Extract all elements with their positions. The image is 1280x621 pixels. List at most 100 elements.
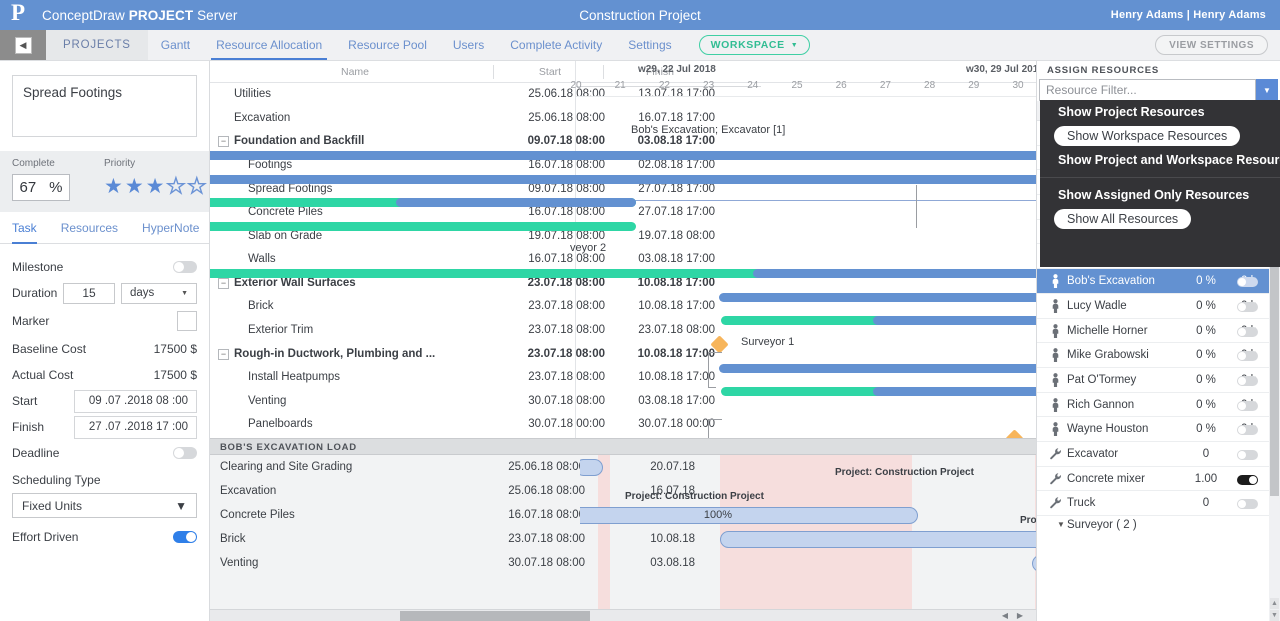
gantt-milestone-marker[interactable] bbox=[1005, 429, 1024, 438]
duration-unit-select[interactable]: days ▼ bbox=[121, 282, 197, 304]
gantt-bar[interactable] bbox=[210, 151, 1036, 161]
milestone-toggle[interactable] bbox=[173, 261, 197, 273]
resource-assign-toggle[interactable] bbox=[1237, 301, 1258, 312]
load-bar[interactable] bbox=[720, 531, 1036, 548]
percent-sign: % bbox=[49, 179, 63, 196]
marker-swatch[interactable] bbox=[177, 311, 197, 331]
gantt-milestone-marker[interactable] bbox=[710, 335, 729, 354]
priority-star-1[interactable]: ★ bbox=[104, 174, 123, 200]
start-row: Start 09 .07 .2018 08 :00 bbox=[12, 388, 197, 414]
load-bar[interactable] bbox=[580, 459, 603, 476]
nav-item-gantt[interactable]: Gantt bbox=[148, 30, 203, 60]
collapse-toggle-icon[interactable]: − bbox=[218, 136, 229, 148]
actual-cost-label: Actual Cost bbox=[12, 368, 74, 382]
scroll-down-icon[interactable]: ▼ bbox=[1270, 610, 1279, 621]
user-label[interactable]: Henry Adams | Henry Adams bbox=[1111, 9, 1266, 21]
gantt-bar[interactable] bbox=[753, 269, 1036, 279]
resource-units: 0 % bbox=[1196, 299, 1216, 312]
tab-task[interactable]: Task bbox=[12, 212, 37, 244]
load-bar-100[interactable]: 100% bbox=[580, 507, 918, 524]
complete-percent-input[interactable]: 67 % bbox=[12, 174, 70, 201]
dropdown-separator bbox=[1040, 177, 1280, 178]
p-logo-icon bbox=[11, 0, 33, 26]
dependency-link bbox=[708, 419, 709, 438]
gantt-bar[interactable] bbox=[719, 363, 1036, 373]
resource-filter-dropdown[interactable]: Show Project Resources Show Workspace Res… bbox=[1040, 100, 1280, 267]
gantt-bar[interactable] bbox=[873, 316, 1036, 326]
finish-date-input[interactable]: 27 .07 .2018 17 :00 bbox=[74, 415, 197, 439]
resource-units: 0 % bbox=[1196, 275, 1216, 288]
resource-row[interactable]: Rich Gannon0 %0 h bbox=[1037, 393, 1280, 418]
deadline-label: Deadline bbox=[12, 446, 60, 460]
resource-row[interactable]: Truck0- bbox=[1037, 491, 1280, 516]
task-name-field[interactable]: Spread Footings bbox=[12, 75, 197, 137]
duration-input[interactable]: 15 bbox=[63, 282, 115, 304]
resource-assign-toggle[interactable] bbox=[1237, 375, 1258, 386]
gantt-bar[interactable] bbox=[210, 174, 1036, 184]
nav-item-settings[interactable]: Settings bbox=[615, 30, 684, 60]
nav-projects-label[interactable]: PROJECTS bbox=[46, 30, 148, 60]
resource-row[interactable]: Concrete mixer1.00- bbox=[1037, 467, 1280, 492]
priority-stars[interactable]: ★ ★ ★ ★ ★ bbox=[104, 174, 207, 200]
gantt-bar[interactable] bbox=[873, 387, 1036, 397]
scrollbar-thumb[interactable] bbox=[400, 611, 590, 621]
resource-group-surveyor[interactable]: ▼ Surveyor ( 2 ) bbox=[1037, 516, 1280, 536]
priority-star-4[interactable]: ★ bbox=[166, 174, 186, 200]
chevron-down-icon[interactable]: ▼ bbox=[1256, 79, 1278, 101]
load-panel-title: BOB'S EXCAVATION LOAD bbox=[210, 439, 1036, 455]
start-date-input[interactable]: 09 .07 .2018 08 :00 bbox=[74, 389, 197, 413]
duration-row: Duration 15 days ▼ bbox=[12, 280, 197, 306]
horizontal-scrollbar[interactable]: ◀ ▶ bbox=[210, 609, 1036, 621]
resource-row[interactable]: Mike Grabowski0 %0 h bbox=[1037, 343, 1280, 368]
priority-star-3[interactable]: ★ bbox=[146, 174, 165, 200]
scroll-right-icon[interactable]: ▶ bbox=[1014, 611, 1026, 621]
collapse-panel-button[interactable]: ◀ bbox=[0, 30, 46, 60]
collapse-toggle-icon[interactable]: − bbox=[218, 277, 229, 289]
scroll-up-icon[interactable]: ▲ bbox=[1270, 598, 1279, 609]
resource-assign-toggle[interactable] bbox=[1237, 474, 1258, 485]
dropdown-item[interactable]: Show Assigned Only Resources bbox=[1040, 183, 1280, 207]
gantt-bar[interactable] bbox=[210, 222, 636, 231]
actual-cost-row: Actual Cost 17500 $ bbox=[12, 362, 197, 388]
effort-driven-label: Effort Driven bbox=[12, 530, 79, 544]
dropdown-item[interactable]: Show Project and Workspace Resources bbox=[1040, 148, 1280, 172]
priority-star-2[interactable]: ★ bbox=[125, 174, 144, 200]
effort-driven-toggle[interactable] bbox=[173, 531, 197, 543]
view-settings-button[interactable]: VIEW SETTINGS bbox=[1155, 35, 1268, 55]
resource-assign-toggle[interactable] bbox=[1237, 351, 1258, 362]
nav-item-resource-pool[interactable]: Resource Pool bbox=[335, 30, 440, 60]
deadline-toggle[interactable] bbox=[173, 447, 197, 459]
inspector-tabs: Task Resources HyperNote bbox=[0, 212, 209, 244]
nav-item-users[interactable]: Users bbox=[440, 30, 497, 60]
resource-assign-toggle[interactable] bbox=[1237, 400, 1258, 411]
dropdown-item-selected[interactable]: Show Workspace Resources bbox=[1054, 126, 1241, 146]
collapse-toggle-icon[interactable]: − bbox=[218, 348, 229, 360]
column-header-name[interactable]: Name bbox=[250, 66, 460, 78]
gantt-bar[interactable] bbox=[396, 198, 636, 208]
resource-row[interactable]: Pat O'Tormey0 %0 h bbox=[1037, 368, 1280, 393]
tab-hypernote[interactable]: HyperNote bbox=[142, 212, 199, 243]
resource-row[interactable]: Bob's Excavation0 %0 h bbox=[1037, 269, 1280, 294]
resource-assign-toggle[interactable] bbox=[1237, 326, 1258, 337]
gantt-bar[interactable] bbox=[719, 292, 1036, 302]
nav-item-resource-allocation[interactable]: Resource Allocation bbox=[203, 30, 335, 60]
resource-filter-input[interactable]: Resource Filter... bbox=[1039, 79, 1256, 101]
nav-item-complete-activity[interactable]: Complete Activity bbox=[497, 30, 615, 60]
dropdown-item[interactable]: Show Project Resources bbox=[1040, 100, 1280, 124]
load-task-start: 25.06.18 08:00 bbox=[508, 485, 585, 497]
resource-assign-toggle[interactable] bbox=[1237, 425, 1258, 436]
resource-row[interactable]: Michelle Horner0 %0 h bbox=[1037, 319, 1280, 344]
resource-assign-toggle[interactable] bbox=[1237, 499, 1258, 510]
scheduling-type-select[interactable]: Fixed Units ▼ bbox=[12, 493, 197, 518]
workspace-button[interactable]: WORKSPACE ▼ bbox=[698, 35, 811, 55]
priority-star-5[interactable]: ★ bbox=[187, 174, 207, 200]
dropdown-item-selected[interactable]: Show All Resources bbox=[1054, 209, 1192, 229]
tab-resources[interactable]: Resources bbox=[61, 212, 118, 243]
resource-assign-toggle[interactable] bbox=[1237, 277, 1258, 288]
resource-assign-toggle[interactable] bbox=[1237, 449, 1258, 460]
scroll-left-icon[interactable]: ◀ bbox=[999, 611, 1011, 621]
resource-row[interactable]: Excavator0- bbox=[1037, 442, 1280, 467]
resource-name: Excavator bbox=[1067, 447, 1119, 460]
resource-row[interactable]: Wayne Houston0 %0 h bbox=[1037, 417, 1280, 442]
resource-row[interactable]: Lucy Wadle0 %0 h bbox=[1037, 294, 1280, 319]
